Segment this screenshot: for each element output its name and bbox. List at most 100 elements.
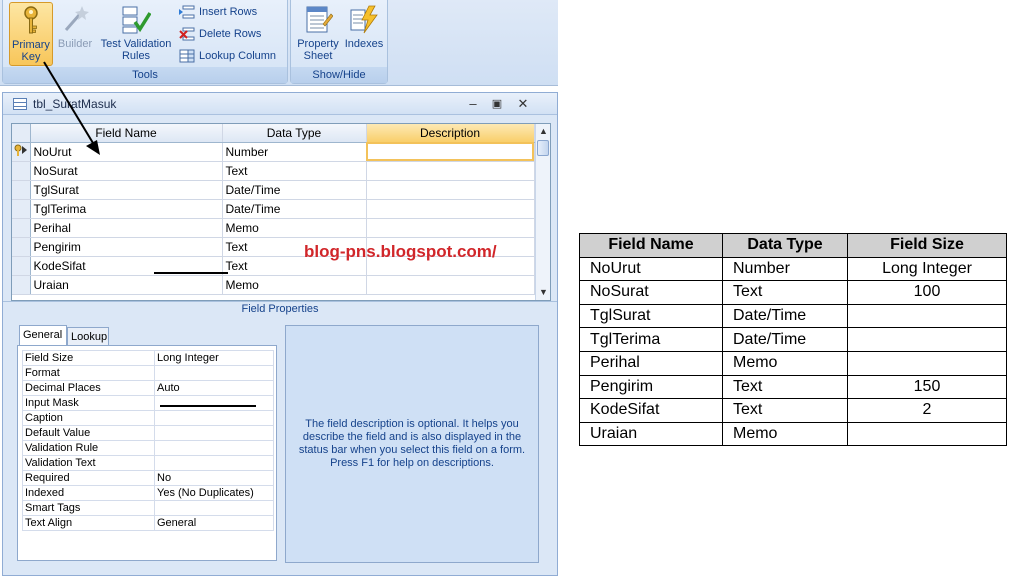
select-all-cell[interactable] [12, 124, 31, 143]
summary-cell [847, 421, 1007, 447]
property-value[interactable]: Yes (No Duplicates) [154, 485, 274, 501]
data-type-cell[interactable]: Memo [222, 218, 367, 238]
column-header-field-name[interactable]: Field Name [30, 124, 223, 143]
description-cell[interactable] [366, 180, 535, 200]
table-row[interactable]: TglTerima Date/Time [12, 199, 535, 219]
window-title: tbl_SuratMasuk [33, 97, 117, 111]
property-value[interactable] [154, 440, 274, 456]
delete-rows-icon [179, 27, 195, 41]
delete-rows-button[interactable]: Delete Rows [179, 25, 261, 43]
primary-key-button[interactable]: Primary Key [9, 2, 53, 66]
table-row[interactable]: Perihal Memo [12, 218, 535, 238]
property-row[interactable]: Field Size Long Integer [22, 350, 274, 366]
row-selector[interactable] [12, 180, 31, 200]
row-selector[interactable] [12, 237, 31, 257]
property-row[interactable]: Format [22, 365, 274, 381]
property-name: Smart Tags [22, 500, 155, 516]
tab-general[interactable]: General [19, 325, 67, 345]
property-row[interactable]: Decimal Places Auto [22, 380, 274, 396]
field-name-cell[interactable]: Pengirim [30, 237, 223, 257]
builder-label: Builder [57, 38, 93, 50]
property-value[interactable] [154, 425, 274, 441]
maximize-icon[interactable]: ▣ [487, 96, 507, 112]
row-selector[interactable] [12, 161, 31, 181]
scroll-up-icon[interactable]: ▲ [536, 124, 550, 139]
row-selector[interactable] [12, 275, 31, 295]
property-name: Input Mask [22, 395, 155, 411]
summary-row: KodeSifat Text 2 [579, 398, 1007, 423]
minimize-icon[interactable]: – [463, 96, 483, 112]
row-selector[interactable] [12, 218, 31, 238]
general-properties-panel: Field Size Long Integer Format Decimal Pl… [17, 345, 277, 561]
indexes-button[interactable]: Indexes [343, 2, 385, 50]
property-value[interactable] [154, 410, 274, 426]
data-type-cell[interactable]: Memo [222, 275, 367, 295]
property-value[interactable] [154, 500, 274, 516]
table-row[interactable]: NoUrut Number [12, 142, 535, 162]
property-value[interactable] [154, 365, 274, 381]
test-validation-rules-button[interactable]: Test Validation Rules [95, 2, 177, 62]
column-header-description[interactable]: Description [366, 124, 535, 143]
property-row[interactable]: Validation Text [22, 455, 274, 471]
property-sheet-button[interactable]: Property Sheet [293, 2, 343, 62]
grid-vertical-scrollbar[interactable]: ▲ ▼ [535, 124, 550, 300]
property-row[interactable]: Indexed Yes (No Duplicates) [22, 485, 274, 501]
row-selector[interactable] [12, 256, 31, 276]
property-name: Format [22, 365, 155, 381]
column-header-data-type[interactable]: Data Type [222, 124, 367, 143]
lookup-column-button[interactable]: Lookup Column [179, 47, 276, 65]
table-row[interactable]: Uraian Memo [12, 275, 535, 295]
table-icon [13, 98, 27, 110]
property-row[interactable]: Caption [22, 410, 274, 426]
data-type-cell[interactable]: Text [222, 161, 367, 181]
description-cell[interactable] [366, 275, 535, 295]
description-cell[interactable] [366, 199, 535, 219]
field-properties-divider [3, 301, 557, 302]
property-row[interactable]: Validation Rule [22, 440, 274, 456]
property-value[interactable] [154, 395, 274, 411]
property-value[interactable]: General [154, 515, 274, 531]
close-icon[interactable]: ✕ [513, 96, 533, 112]
field-size-underline [154, 272, 228, 274]
property-value[interactable]: Auto [154, 380, 274, 396]
insert-rows-button[interactable]: Insert Rows [179, 3, 257, 21]
tab-lookup[interactable]: Lookup [67, 327, 109, 345]
table-row[interactable]: NoSurat Text [12, 161, 535, 181]
data-type-cell[interactable]: Date/Time [222, 199, 367, 219]
field-name-cell[interactable]: TglTerima [30, 199, 223, 219]
field-name-cell[interactable]: Perihal [30, 218, 223, 238]
description-cell[interactable] [366, 218, 535, 238]
field-properties-label: Field Properties [241, 303, 319, 315]
property-sheet-label: Property Sheet [297, 38, 339, 62]
insert-rows-label: Insert Rows [199, 6, 258, 18]
property-value[interactable]: Long Integer [154, 350, 274, 366]
data-type-cell[interactable]: Number [222, 142, 367, 162]
property-name: Validation Text [22, 455, 155, 471]
scroll-thumb[interactable] [537, 140, 549, 156]
property-row[interactable]: Text Align General [22, 515, 274, 531]
row-selector[interactable] [12, 142, 31, 162]
row-selector[interactable] [12, 199, 31, 219]
show-hide-group-label: Show/Hide [291, 67, 387, 83]
property-row[interactable]: Default Value [22, 425, 274, 441]
property-value[interactable]: No [154, 470, 274, 486]
field-name-cell[interactable]: TglSurat [30, 180, 223, 200]
property-row[interactable]: Input Mask [22, 395, 274, 411]
property-row[interactable]: Required No [22, 470, 274, 486]
builder-button[interactable]: Builder [55, 2, 95, 50]
description-cell[interactable] [366, 142, 535, 162]
property-value[interactable] [154, 455, 274, 471]
summary-cell [847, 303, 1007, 329]
field-name-cell[interactable]: NoSurat [30, 161, 223, 181]
summary-row: NoUrut Number Long Integer [579, 256, 1007, 282]
field-name-cell[interactable]: Uraian [30, 275, 223, 295]
property-name: Indexed [22, 485, 155, 501]
field-name-cell[interactable]: NoUrut [30, 142, 223, 162]
summary-cell: Memo [722, 421, 848, 447]
summary-cell: Text [722, 280, 848, 305]
data-type-cell[interactable]: Date/Time [222, 180, 367, 200]
scroll-down-icon[interactable]: ▼ [536, 285, 550, 300]
property-row[interactable]: Smart Tags [22, 500, 274, 516]
table-row[interactable]: TglSurat Date/Time [12, 180, 535, 200]
description-cell[interactable] [366, 161, 535, 181]
